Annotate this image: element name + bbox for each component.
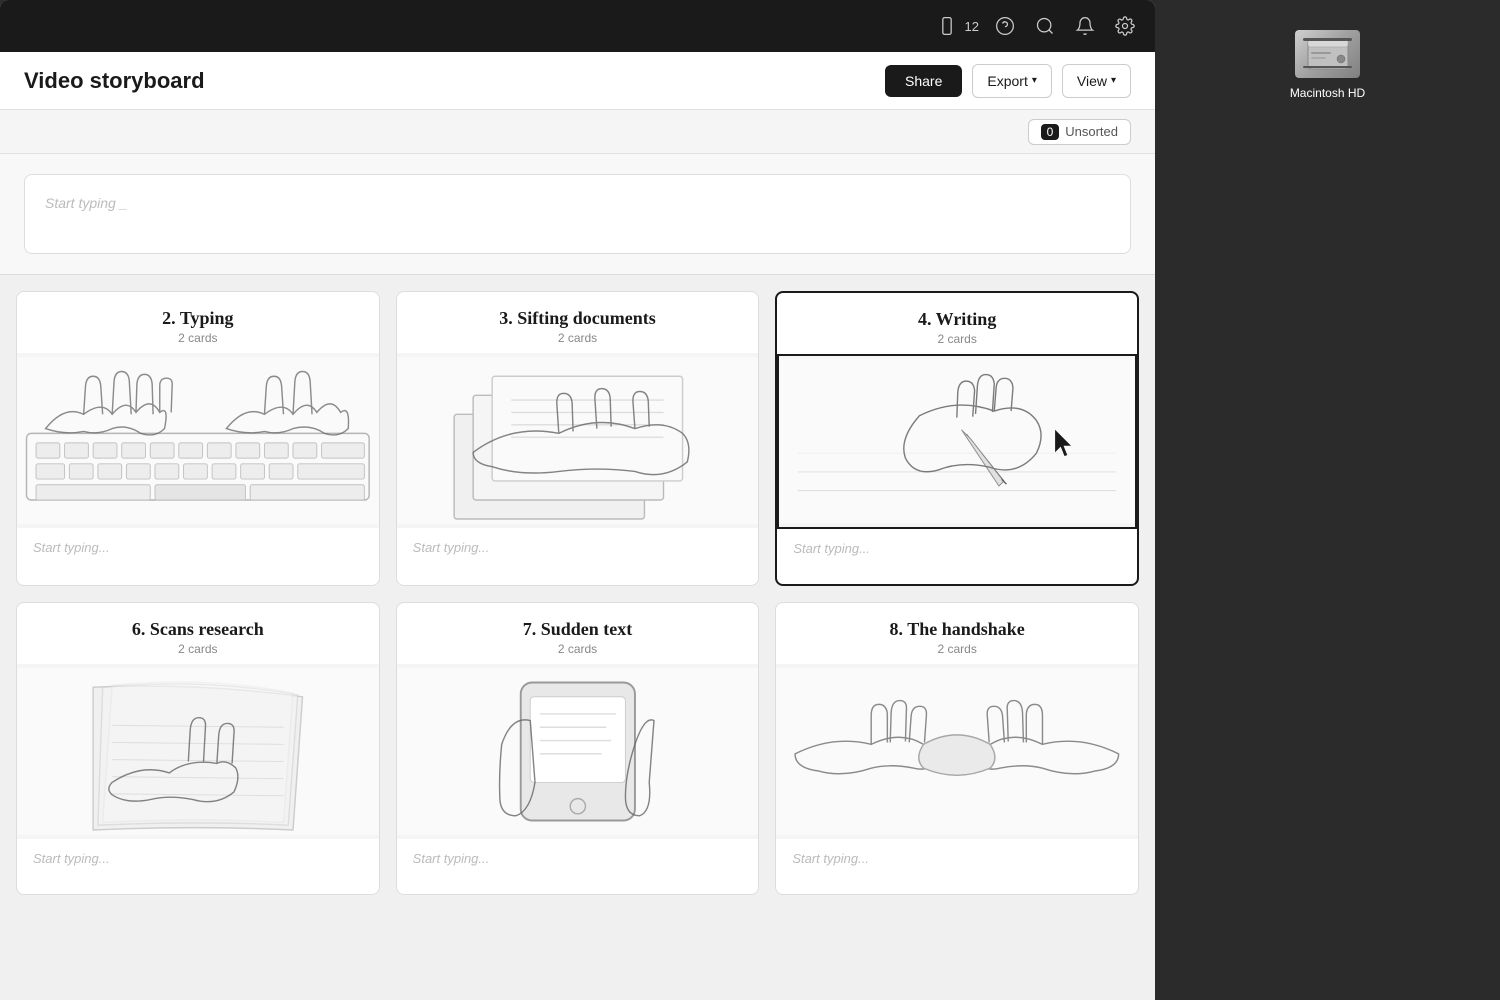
card-typing[interactable]: 2. Typing 2 cards <box>16 291 380 586</box>
sub-toolbar: 0 Unsorted <box>0 110 1155 154</box>
view-chevron: ▾ <box>1111 75 1116 86</box>
card-scans-subtitle: 2 cards <box>33 642 363 656</box>
bell-icon[interactable] <box>1071 12 1099 40</box>
cards-grid: 2. Typing 2 cards <box>0 275 1155 911</box>
card-typing-subtitle: 2 cards <box>33 331 363 345</box>
card-scans[interactable]: 6. Scans research 2 cards <box>16 602 380 895</box>
settings-icon[interactable] <box>1111 12 1139 40</box>
toolbar: 12 <box>0 0 1155 52</box>
help-icon[interactable] <box>991 12 1019 40</box>
card-typing-image <box>17 353 379 528</box>
card-sudden-text-title: 7. Sudden text <box>413 619 743 640</box>
title-bar: Video storyboard Share Export ▾ View ▾ <box>0 52 1155 110</box>
card-handshake-title: 8. The handshake <box>792 619 1122 640</box>
card-sifting[interactable]: 3. Sifting documents 2 cards <box>396 291 760 586</box>
export-chevron: ▾ <box>1032 75 1037 86</box>
card-sudden-text-subtitle: 2 cards <box>413 642 743 656</box>
card-sudden-text[interactable]: 7. Sudden text 2 cards <box>396 602 760 895</box>
card-handshake-subtitle: 2 cards <box>792 642 1122 656</box>
view-button[interactable]: View ▾ <box>1062 64 1131 98</box>
card-writing-title: 4. Writing <box>793 309 1121 330</box>
card-writing[interactable]: 4. Writing 2 cards <box>775 291 1139 586</box>
unsorted-count: 0 <box>1041 124 1060 140</box>
card-writing-subtitle: 2 cards <box>793 332 1121 346</box>
card-scans-text[interactable]: Start typing... <box>17 839 379 894</box>
card-handshake-image <box>776 664 1138 839</box>
card-typing-text[interactable]: Start typing... <box>17 528 379 583</box>
card-scans-title: 6. Scans research <box>33 619 363 640</box>
card-writing-text[interactable]: Start typing... <box>777 529 1137 584</box>
card-writing-image <box>777 354 1137 529</box>
card-sifting-title: 3. Sifting documents <box>413 308 743 329</box>
card-sudden-text-text[interactable]: Start typing... <box>397 839 759 894</box>
top-input-card[interactable]: Start typing _ <box>24 174 1131 254</box>
unsorted-label: Unsorted <box>1065 124 1118 139</box>
mac-sidebar: Macintosh HD <box>1155 0 1500 1000</box>
card-sudden-text-image <box>397 664 759 839</box>
card-sifting-subtitle: 2 cards <box>413 331 743 345</box>
content-area[interactable]: Start typing _ 2. Typing 2 cards <box>0 154 1155 1000</box>
export-button[interactable]: Export ▾ <box>972 64 1052 98</box>
macintosh-hd-icon[interactable]: Macintosh HD <box>1288 30 1368 100</box>
unsorted-badge[interactable]: 0 Unsorted <box>1028 119 1131 145</box>
top-card-area: Start typing _ <box>0 154 1155 275</box>
phone-icon <box>933 12 961 40</box>
card-typing-title: 2. Typing <box>33 308 363 329</box>
mac-hd-label: Macintosh HD <box>1290 86 1365 100</box>
share-button[interactable]: Share <box>885 65 962 97</box>
card-sifting-text[interactable]: Start typing... <box>397 528 759 583</box>
title-actions: Share Export ▾ View ▾ <box>885 64 1131 98</box>
card-handshake-text[interactable]: Start typing... <box>776 839 1138 894</box>
card-scans-image <box>17 664 379 839</box>
top-card-placeholder: Start typing _ <box>45 195 128 211</box>
card-handshake[interactable]: 8. The handshake 2 cards <box>775 602 1139 895</box>
search-icon[interactable] <box>1031 12 1059 40</box>
device-badge[interactable]: 12 <box>933 12 979 40</box>
page-title: Video storyboard <box>24 68 205 94</box>
app-window: 12 Video storyboard Share Export ▾ View … <box>0 0 1155 1000</box>
card-sifting-image <box>397 353 759 528</box>
mac-hd-disk-image <box>1295 30 1360 78</box>
badge-count: 12 <box>965 19 979 34</box>
